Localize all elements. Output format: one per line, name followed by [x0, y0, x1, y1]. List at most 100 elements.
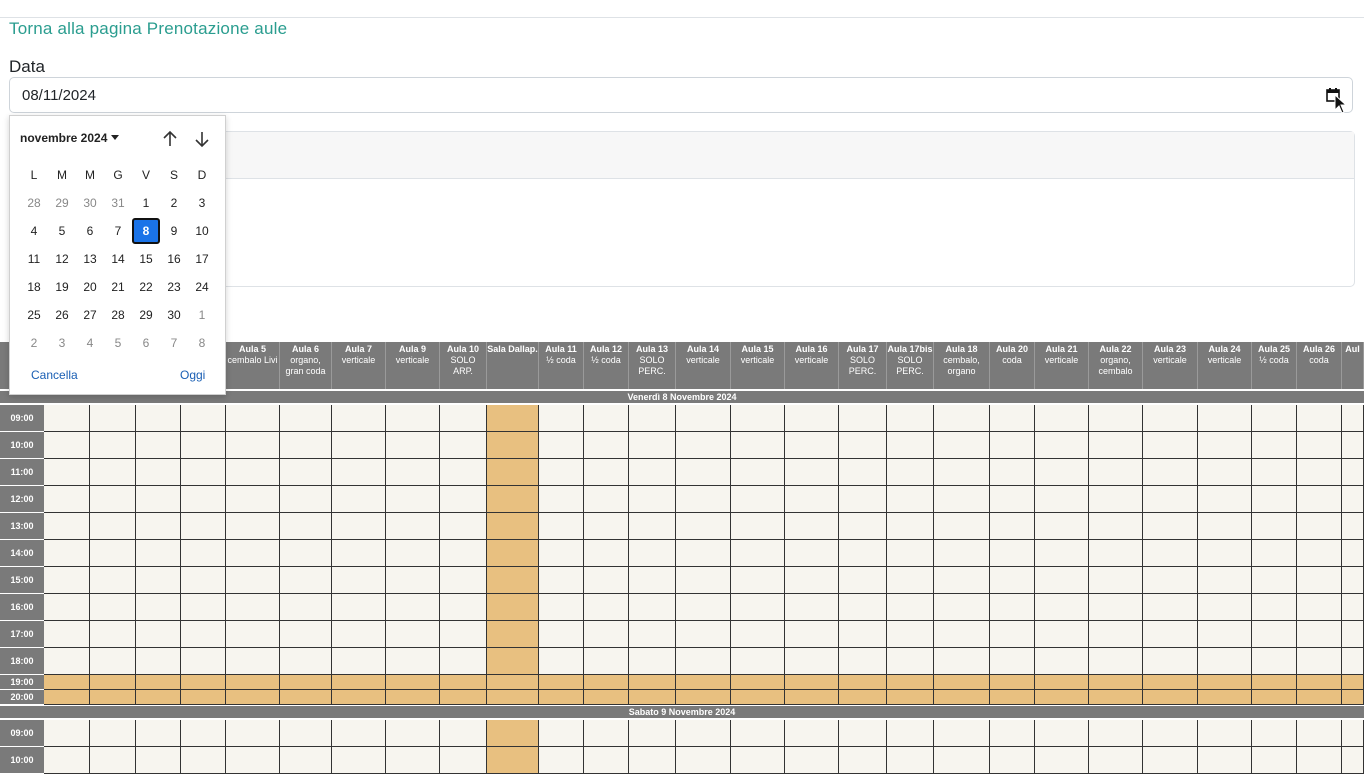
- time-slot[interactable]: [887, 594, 934, 621]
- time-slot[interactable]: [1035, 486, 1089, 513]
- time-slot[interactable]: [136, 432, 181, 459]
- time-slot[interactable]: [487, 747, 539, 774]
- time-slot[interactable]: [1342, 486, 1364, 513]
- time-slot[interactable]: [676, 513, 731, 540]
- time-slot[interactable]: [1035, 405, 1089, 432]
- time-slot[interactable]: [1342, 513, 1364, 540]
- time-slot[interactable]: [584, 747, 629, 774]
- time-slot[interactable]: [280, 567, 332, 594]
- time-slot[interactable]: [990, 513, 1035, 540]
- time-slot[interactable]: [181, 459, 226, 486]
- time-slot[interactable]: [1198, 432, 1252, 459]
- time-slot[interactable]: [731, 513, 785, 540]
- date-input[interactable]: 08/11/2024: [9, 77, 1353, 113]
- calendar-day[interactable]: 1: [188, 302, 216, 328]
- time-slot[interactable]: [1252, 432, 1297, 459]
- time-slot[interactable]: [731, 432, 785, 459]
- calendar-day[interactable]: 19: [48, 274, 76, 300]
- time-slot[interactable]: [785, 648, 839, 675]
- time-slot[interactable]: [1342, 747, 1364, 774]
- time-slot[interactable]: [934, 486, 990, 513]
- time-slot[interactable]: [1089, 648, 1143, 675]
- today-button[interactable]: Oggi: [180, 368, 205, 382]
- time-slot[interactable]: [1089, 747, 1143, 774]
- time-slot[interactable]: [386, 675, 440, 690]
- time-slot[interactable]: [181, 648, 226, 675]
- time-slot[interactable]: [181, 405, 226, 432]
- time-slot[interactable]: [332, 486, 386, 513]
- time-slot[interactable]: [676, 405, 731, 432]
- time-slot[interactable]: [280, 594, 332, 621]
- time-slot[interactable]: [487, 567, 539, 594]
- time-slot[interactable]: [440, 405, 487, 432]
- time-slot[interactable]: [887, 486, 934, 513]
- time-slot[interactable]: [1089, 486, 1143, 513]
- time-slot[interactable]: [1297, 432, 1342, 459]
- time-slot[interactable]: [839, 432, 887, 459]
- time-slot[interactable]: [226, 747, 280, 774]
- time-slot[interactable]: [1198, 675, 1252, 690]
- time-slot[interactable]: [1297, 486, 1342, 513]
- time-slot[interactable]: [90, 540, 136, 567]
- time-slot[interactable]: [1035, 432, 1089, 459]
- time-slot[interactable]: [386, 594, 440, 621]
- time-slot[interactable]: [887, 690, 934, 705]
- time-slot[interactable]: [676, 720, 731, 747]
- calendar-day[interactable]: 20: [76, 274, 104, 300]
- time-slot[interactable]: [731, 747, 785, 774]
- time-slot[interactable]: [676, 540, 731, 567]
- time-slot[interactable]: [280, 675, 332, 690]
- time-slot[interactable]: [839, 513, 887, 540]
- time-slot[interactable]: [386, 459, 440, 486]
- time-slot[interactable]: [44, 432, 90, 459]
- calendar-day[interactable]: 17: [188, 246, 216, 272]
- calendar-day[interactable]: 29: [132, 302, 160, 328]
- time-slot[interactable]: [539, 513, 584, 540]
- time-slot[interactable]: [1089, 621, 1143, 648]
- time-slot[interactable]: [887, 747, 934, 774]
- time-slot[interactable]: [990, 432, 1035, 459]
- time-slot[interactable]: [90, 747, 136, 774]
- time-slot[interactable]: [332, 513, 386, 540]
- time-slot[interactable]: [136, 513, 181, 540]
- time-slot[interactable]: [1143, 747, 1198, 774]
- time-slot[interactable]: [731, 690, 785, 705]
- time-slot[interactable]: [1035, 594, 1089, 621]
- time-slot[interactable]: [731, 459, 785, 486]
- time-slot[interactable]: [539, 675, 584, 690]
- time-slot[interactable]: [990, 675, 1035, 690]
- time-slot[interactable]: [1035, 747, 1089, 774]
- time-slot[interactable]: [785, 720, 839, 747]
- time-slot[interactable]: [280, 432, 332, 459]
- time-slot[interactable]: [1089, 594, 1143, 621]
- time-slot[interactable]: [731, 621, 785, 648]
- time-slot[interactable]: [332, 567, 386, 594]
- time-slot[interactable]: [440, 690, 487, 705]
- time-slot[interactable]: [629, 720, 676, 747]
- time-slot[interactable]: [584, 540, 629, 567]
- time-slot[interactable]: [280, 513, 332, 540]
- time-slot[interactable]: [934, 594, 990, 621]
- calendar-day[interactable]: 26: [48, 302, 76, 328]
- time-slot[interactable]: [136, 747, 181, 774]
- time-slot[interactable]: [934, 675, 990, 690]
- time-slot[interactable]: [785, 690, 839, 705]
- time-slot[interactable]: [731, 567, 785, 594]
- time-slot[interactable]: [1342, 432, 1364, 459]
- time-slot[interactable]: [487, 405, 539, 432]
- time-slot[interactable]: [934, 648, 990, 675]
- time-slot[interactable]: [332, 405, 386, 432]
- time-slot[interactable]: [136, 540, 181, 567]
- time-slot[interactable]: [1089, 405, 1143, 432]
- time-slot[interactable]: [785, 540, 839, 567]
- time-slot[interactable]: [676, 690, 731, 705]
- time-slot[interactable]: [386, 747, 440, 774]
- time-slot[interactable]: [785, 747, 839, 774]
- time-slot[interactable]: [1143, 594, 1198, 621]
- time-slot[interactable]: [181, 486, 226, 513]
- calendar-day[interactable]: 9: [160, 218, 188, 244]
- time-slot[interactable]: [90, 675, 136, 690]
- time-slot[interactable]: [584, 567, 629, 594]
- time-slot[interactable]: [539, 621, 584, 648]
- time-slot[interactable]: [487, 720, 539, 747]
